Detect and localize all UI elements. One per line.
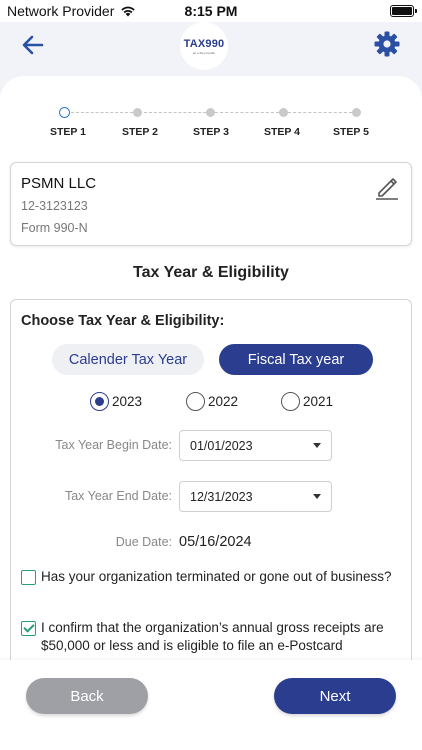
confirm-statement: I confirm that the organization’s annual… xyxy=(41,620,384,653)
step-3-dot xyxy=(206,108,215,117)
tax990-logo: TAX990 an e-file provider xyxy=(180,22,228,70)
year-radio-2023[interactable]: 2023 xyxy=(90,392,142,411)
step-2-dot xyxy=(133,108,142,117)
terminated-checkbox-row[interactable]: Has your organization terminated or gone… xyxy=(21,568,403,586)
stepper-connector xyxy=(144,112,206,113)
footer-bar: Back Next xyxy=(0,660,422,750)
unchecked-checkbox-icon[interactable] xyxy=(21,570,36,585)
clock: 8:15 PM xyxy=(184,3,238,19)
step-1-label: STEP 1 xyxy=(50,126,86,138)
step-4-dot xyxy=(279,108,288,117)
organization-ein: 12-3123123 xyxy=(21,199,88,213)
eligibility-heading: Choose Tax Year & Eligibility: xyxy=(21,313,225,329)
year-label: 2021 xyxy=(303,394,334,409)
begin-date-select[interactable]: 01/01/2023 xyxy=(179,430,332,461)
fiscal-tax-year-tab[interactable]: Fiscal Tax year xyxy=(219,344,373,375)
radio-selected-icon xyxy=(90,392,109,411)
end-date-label: Tax Year End Date: xyxy=(64,489,172,503)
year-label: 2022 xyxy=(208,394,239,409)
year-radio-2022[interactable]: 2022 xyxy=(186,392,238,411)
due-date-label: Due Date: xyxy=(115,535,172,549)
radio-unselected-icon xyxy=(186,392,205,411)
organization-card: PSMN LLC 12-3123123 Form 990-N xyxy=(10,162,412,246)
due-date-value: 05/16/2024 xyxy=(179,534,252,550)
year-label: 2023 xyxy=(112,394,143,409)
stepper-connector xyxy=(71,112,133,113)
terminated-question: Has your organization terminated or gone… xyxy=(41,569,392,584)
confirm-checkbox-row[interactable]: I confirm that the organization’s annual… xyxy=(21,619,403,655)
dropdown-caret-icon xyxy=(313,494,321,499)
end-date-value: 12/31/2023 xyxy=(190,489,253,504)
logo-subtext: an e-file provider xyxy=(192,50,216,55)
eligibility-card: Choose Tax Year & Eligibility: Calender … xyxy=(10,299,412,719)
begin-date-label: Tax Year Begin Date: xyxy=(55,438,172,452)
year-radio-2021[interactable]: 2021 xyxy=(281,392,333,411)
step-1-dot xyxy=(59,107,70,118)
calendar-tax-year-tab[interactable]: Calender Tax Year xyxy=(52,344,204,375)
back-button[interactable]: Back xyxy=(26,678,148,714)
section-title: Tax Year & Eligibility xyxy=(133,264,289,281)
step-5-dot xyxy=(352,108,361,117)
stepper-connector xyxy=(288,112,352,113)
end-date-select[interactable]: 12/31/2023 xyxy=(179,481,332,512)
radio-unselected-icon xyxy=(281,392,300,411)
progress-stepper: STEP 1 STEP 2 STEP 3 STEP 4 STEP 5 xyxy=(0,106,422,146)
dropdown-caret-icon xyxy=(313,443,321,448)
begin-date-value: 01/01/2023 xyxy=(190,438,253,453)
stepper-connector xyxy=(215,112,279,113)
back-arrow-icon[interactable] xyxy=(18,30,48,60)
next-button[interactable]: Next xyxy=(274,678,396,714)
step-4-label: STEP 4 xyxy=(264,126,300,138)
step-2-label: STEP 2 xyxy=(122,126,158,138)
main-panel: STEP 1 STEP 2 STEP 3 STEP 4 STEP 5 PSMN … xyxy=(0,76,422,750)
step-5-label: STEP 5 xyxy=(333,126,369,138)
logo-text: TAX990 xyxy=(183,37,225,50)
step-3-label: STEP 3 xyxy=(193,126,229,138)
form-type: Form 990-N xyxy=(21,221,88,235)
checked-checkbox-icon[interactable] xyxy=(21,621,36,636)
edit-pencil-icon[interactable] xyxy=(373,173,401,201)
battery-icon xyxy=(390,5,417,17)
settings-gear-icon[interactable] xyxy=(372,29,402,59)
organization-name: PSMN LLC xyxy=(21,175,97,192)
status-bar: Network Provider 8:15 PM xyxy=(0,0,422,22)
